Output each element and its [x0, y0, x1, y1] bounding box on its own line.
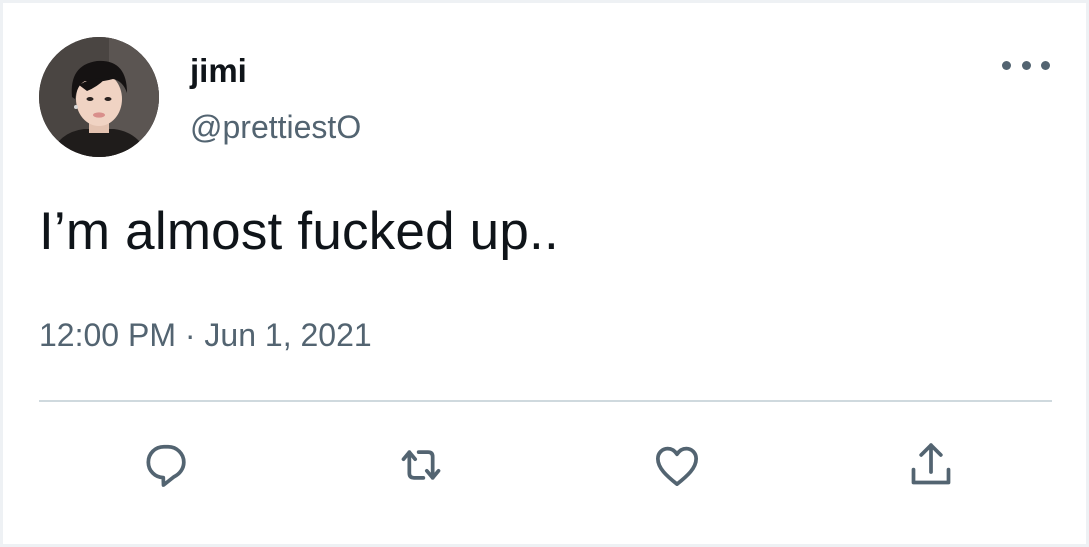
share-button[interactable]: [899, 433, 963, 497]
reply-icon: [146, 444, 186, 487]
avatar[interactable]: [39, 37, 159, 157]
reply-button[interactable]: [135, 433, 199, 497]
tweet-card: jimi @prettiestO I’m almost fucked up.. …: [0, 0, 1089, 547]
tweet-text: I’m almost fucked up..: [39, 202, 559, 261]
more-dot: [1002, 60, 1011, 70]
more-dot: [1041, 60, 1050, 70]
user-handle[interactable]: @prettiestO: [190, 107, 361, 147]
more-options-icon[interactable]: [1002, 51, 1050, 79]
heart-icon: [656, 446, 698, 486]
display-name[interactable]: jimi: [190, 51, 247, 91]
retweet-icon: [401, 450, 441, 480]
avatar-image: [39, 37, 159, 157]
retweet-button[interactable]: [389, 433, 453, 497]
divider: [39, 400, 1052, 402]
more-dot: [1021, 60, 1031, 70]
like-button[interactable]: [645, 433, 709, 497]
share-icon: [911, 443, 951, 485]
tweet-timestamp[interactable]: 12:00 PM · Jun 1, 2021: [39, 313, 372, 357]
